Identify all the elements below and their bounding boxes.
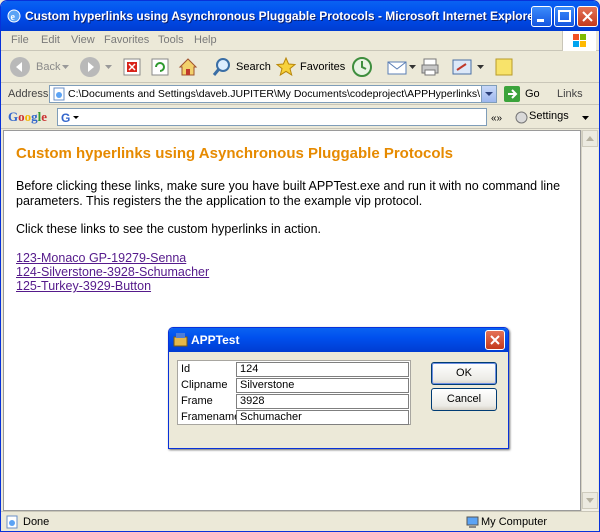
status-bar: Done My Computer [1,511,599,531]
custom-link-silverstone[interactable]: 124-Silverstone-3928-Schumacher [16,265,209,279]
minimize-icon [537,19,544,22]
ie-window: e Custom hyperlinks using Asynchronous P… [0,0,600,532]
address-input[interactable]: C:\Documents and Settings\daveb.JUPITER\… [49,85,497,103]
page-content: Custom hyperlinks using Asynchronous Plu… [3,130,581,511]
refresh-icon[interactable] [149,56,171,78]
back-arrow-icon[interactable] [9,56,31,78]
frame-field[interactable]: 3928 [236,394,409,409]
search-button-label[interactable]: Search [236,61,271,73]
address-dropdown-button[interactable] [481,86,496,102]
close-window-button[interactable] [577,6,598,27]
close-icon [582,11,593,22]
status-text: Done [23,516,50,528]
close-icon [490,335,500,345]
google-search-input[interactable]: G [57,108,487,126]
cancel-button[interactable]: Cancel [431,388,497,411]
menu-favorites[interactable]: Favorites [104,34,149,46]
search-icon[interactable] [211,56,233,78]
svg-text:e: e [11,12,16,23]
page-icon [53,87,65,101]
clipname-field[interactable]: Silverstone [236,378,409,393]
instructions-paragraph: Before clicking these links, make sure y… [16,179,561,208]
computer-zone-icon [466,516,479,528]
back-button-label[interactable]: Back [36,61,60,73]
ok-button[interactable]: OK [431,362,497,385]
edit-icon[interactable] [451,56,473,78]
menu-file[interactable]: File [11,34,29,46]
standard-toolbar: Back Search Favorites [1,51,599,83]
address-value: C:\Documents and Settings\daveb.JUPITER\… [68,88,480,100]
settings-dropdown-icon[interactable] [582,116,589,121]
app-icon [173,333,188,347]
custom-link-monaco[interactable]: 123-Monaco GP-19279-Senna [16,251,186,265]
go-arrow-icon[interactable] [503,85,521,103]
print-icon[interactable] [419,56,441,78]
mail-dropdown-icon[interactable] [409,65,416,70]
menu-edit[interactable]: Edit [41,34,60,46]
page-done-icon [6,515,18,529]
dialog-title: APPTest [191,333,240,347]
chevron-up-icon [586,136,594,141]
minimize-button[interactable] [531,6,552,27]
menu-view[interactable]: View [71,34,95,46]
dialog-close-button[interactable] [485,330,505,350]
discuss-icon[interactable] [493,56,515,78]
window-title: Custom hyperlinks using Asynchronous Plu… [25,9,539,23]
edit-dropdown-icon[interactable] [477,65,484,70]
menu-tools[interactable]: Tools [158,34,184,46]
framename-field[interactable]: Schumacher [236,410,409,425]
forward-dropdown-icon[interactable] [105,65,112,70]
clipname-label: Clipname [181,379,228,391]
forward-arrow-icon[interactable] [79,56,101,78]
go-button-label[interactable]: Go [525,88,540,100]
id-field[interactable]: 124 [236,362,409,377]
stop-icon[interactable] [121,56,143,78]
favorites-star-icon[interactable] [275,56,297,78]
svg-text:G: G [61,111,70,125]
menu-bar: File Edit View Favorites Tools Help [1,31,599,51]
favorites-button-label[interactable]: Favorites [300,61,345,73]
scroll-down-button[interactable] [582,492,598,509]
google-g-dropdown-icon[interactable]: G [59,110,81,125]
fields-panel: Id 124 Clipname Silverstone Frame 3928 F… [177,360,411,425]
history-icon[interactable] [351,56,373,78]
menu-help[interactable]: Help [194,34,217,46]
settings-gear-icon[interactable] [515,111,528,124]
windows-flag-icon [573,34,586,47]
back-dropdown-icon[interactable] [62,65,69,70]
maximize-icon [558,10,571,22]
security-zone: My Computer [481,516,548,528]
mail-icon[interactable] [386,56,408,78]
chevron-down-icon [485,92,493,96]
windows-flag [562,31,596,51]
apptest-dialog: APPTest Id 124 Clipname Silverstone Fram… [168,327,509,449]
home-icon[interactable] [177,56,199,78]
address-label: Address [8,88,49,100]
maximize-button[interactable] [554,6,575,27]
google-toolbar: Google G «» Settings [1,105,599,129]
framename-label: Framename [181,411,241,423]
id-label: Id [181,363,191,375]
links-intro-paragraph: Click these links to see the custom hype… [16,222,321,236]
scroll-up-button[interactable] [582,130,598,147]
svg-text:«»: «» [491,113,503,122]
custom-link-turkey[interactable]: 125-Turkey-3929-Button [16,279,151,293]
frame-label: Frame [181,395,213,407]
chevron-down-icon [586,498,594,503]
page-heading: Custom hyperlinks using Asynchronous Plu… [16,145,454,162]
google-logo[interactable]: Google [8,109,47,125]
address-bar: Address C:\Documents and Settings\daveb.… [1,83,599,105]
vertical-scrollbar[interactable] [581,130,598,511]
links-label[interactable]: Links [557,88,583,100]
ie-logo-icon: e [7,9,21,23]
dialog-title-bar[interactable]: APPTest [169,328,508,352]
settings-button-label[interactable]: Settings [529,110,569,122]
title-bar[interactable]: e Custom hyperlinks using Asynchronous P… [1,1,599,31]
